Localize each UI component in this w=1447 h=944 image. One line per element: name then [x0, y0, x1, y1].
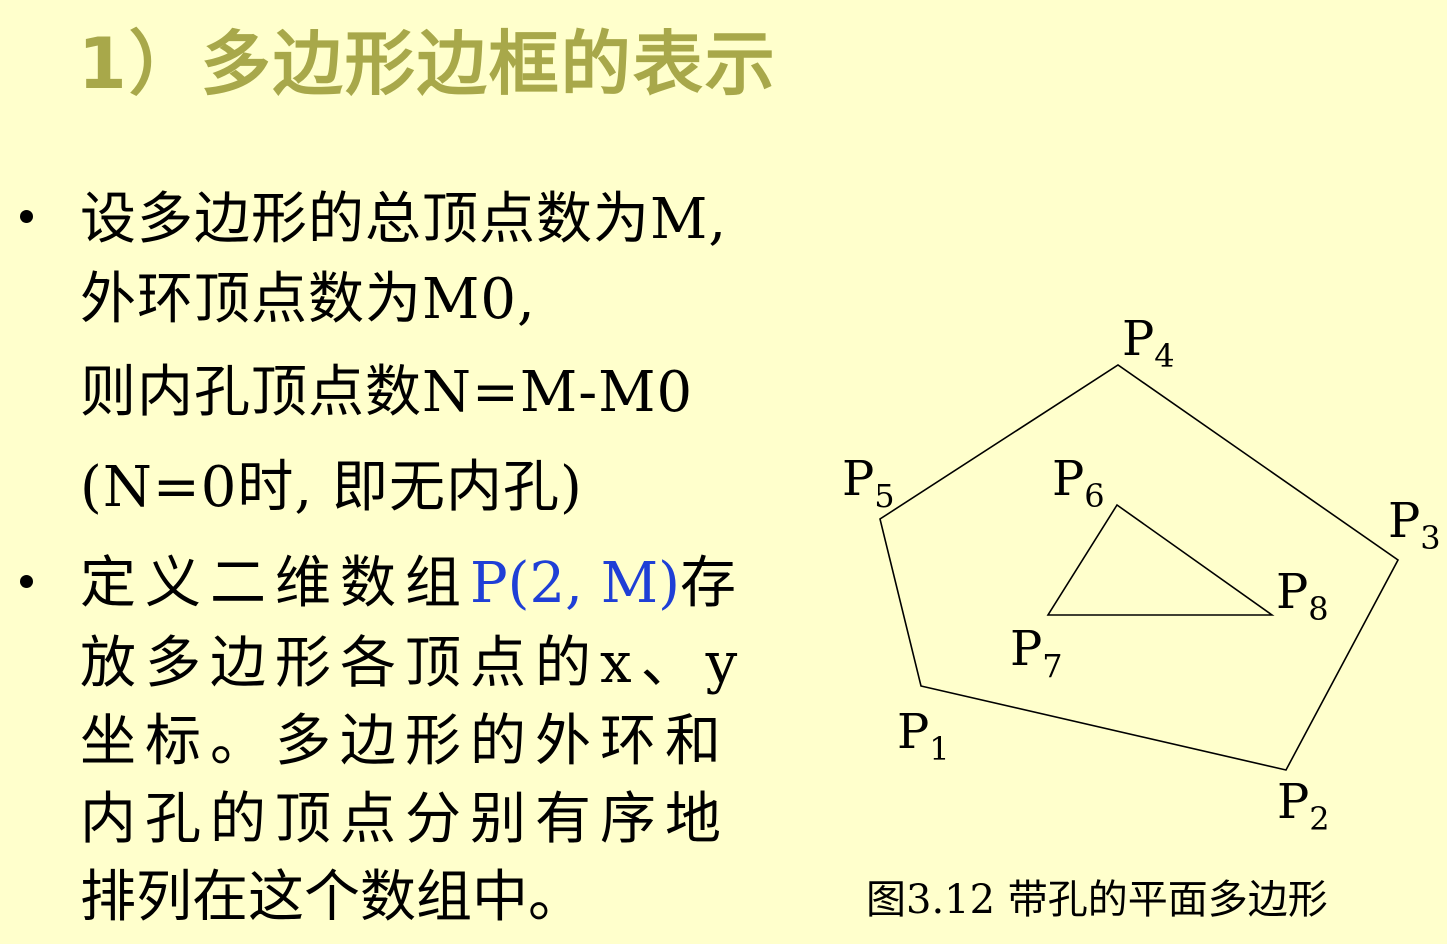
outer-ring	[879, 364, 1400, 771]
vertex-label-p3: P3	[1388, 493, 1441, 557]
figure-caption: 图3.12 带孔的平面多边形	[866, 877, 1328, 923]
inner-hole	[1046, 503, 1275, 616]
vertex-label-p8: P8	[1276, 564, 1329, 628]
vertex-label-p1: P1	[897, 704, 950, 768]
polygon-with-hole-diagram: P1 P2 P3 P4 P5 P6 P7 P8	[842, 311, 1441, 838]
vertex-label-p5: P5	[842, 451, 895, 515]
vertex-label-p2: P2	[1277, 774, 1330, 838]
vertex-label-p7: P7	[1010, 621, 1063, 685]
vertex-label-p4: P4	[1122, 311, 1175, 375]
vertex-label-p6: P6	[1052, 451, 1105, 515]
